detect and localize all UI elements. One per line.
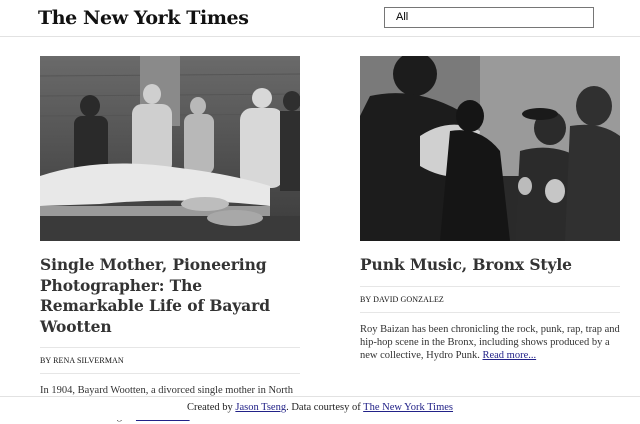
article-byline: By Rena Silverman bbox=[40, 347, 300, 374]
nyt-logo[interactable]: The New York Times bbox=[38, 7, 249, 29]
article-headline[interactable]: Single Mother, Pioneering Photographer: … bbox=[40, 255, 300, 337]
site-header: The New York Times All bbox=[0, 0, 640, 37]
article-card: Single Mother, Pioneering Photographer: … bbox=[40, 56, 300, 424]
site-footer: Created by Jason Tseng. Data courtesy of… bbox=[0, 396, 640, 420]
article-headline[interactable]: Punk Music, Bronx Style bbox=[360, 255, 620, 276]
footer-prefix: Created by bbox=[186, 402, 236, 413]
section-select[interactable]: All bbox=[384, 7, 594, 28]
article-card: Punk Music, Bronx Style By David Gonzale… bbox=[360, 56, 620, 362]
footer-middle: . Data courtesy of bbox=[286, 402, 364, 413]
article-photo[interactable] bbox=[360, 56, 620, 241]
article-summary: Roy Baizan has been chronicling the rock… bbox=[360, 323, 620, 363]
article-byline: By David Gonzalez bbox=[360, 285, 620, 313]
article-photo[interactable] bbox=[40, 56, 300, 241]
read-more-link[interactable]: Read more... bbox=[482, 350, 536, 361]
author-link[interactable]: Jason Tseng bbox=[235, 402, 286, 413]
source-link[interactable]: The New York Times bbox=[363, 402, 453, 413]
